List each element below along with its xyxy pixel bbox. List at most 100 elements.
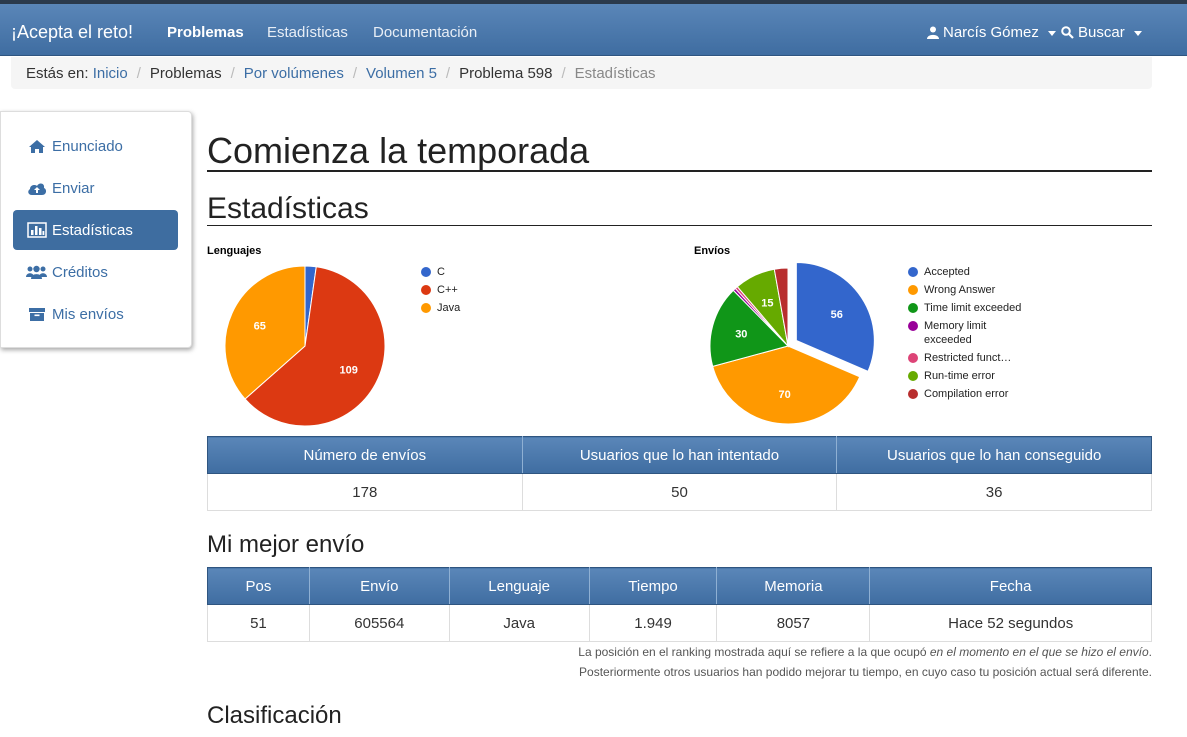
bar-chart-icon <box>26 221 47 239</box>
pie-chart-envios: 56 70 30 15 <box>709 261 875 425</box>
title-divider <box>207 170 1152 172</box>
legend-swatch <box>421 303 431 313</box>
legend-item: C++ <box>421 283 460 297</box>
breadcrumb-problema[interactable]: Problema 598 <box>459 65 552 82</box>
legend-label: Run-time error <box>924 370 995 382</box>
legend-envios: Accepted Wrong Answer Time limit exceede… <box>908 265 1023 405</box>
legend-label: Restricted funct… <box>924 352 1012 364</box>
legend-label: Compilation error <box>924 388 1009 400</box>
legend-item: Wrong Answer <box>908 283 1023 297</box>
sidebar-item-label: Créditos <box>52 263 108 281</box>
pie-slice-label: 65 <box>254 321 266 333</box>
sidebar-item-enviar[interactable]: Enviar <box>13 168 178 208</box>
breadcrumb-inicio[interactable]: Inicio <box>93 65 128 82</box>
header-tiempo: Tiempo <box>588 567 718 605</box>
breadcrumb-separator: / <box>561 64 566 82</box>
legend-label: C <box>437 266 445 278</box>
ranking-heading: Clasificación <box>207 702 342 729</box>
cell-envio[interactable]: 605564 <box>308 604 450 642</box>
chevron-down-icon <box>1047 31 1056 36</box>
header-envio: Envío <box>308 567 450 605</box>
legend-item: Time limit exceeded <box>908 301 1023 315</box>
pie-slice-label: 56 <box>831 309 843 321</box>
stats-heading: Estadísticas <box>207 192 369 225</box>
legend-lenguajes: C C++ Java <box>421 265 460 319</box>
legend-swatch <box>908 267 918 277</box>
legend-swatch <box>908 389 918 399</box>
legend-item: Accepted <box>908 265 1023 279</box>
sidebar-item-mis-envios[interactable]: Mis envíos <box>13 294 178 334</box>
search-icon <box>1061 26 1074 39</box>
cell-tiempo: 1.949 <box>588 604 718 642</box>
legend-item: Run-time error <box>908 369 1023 383</box>
pie-slice-label: 70 <box>778 389 790 401</box>
breadcrumb-volumenes[interactable]: Por volúmenes <box>244 65 344 82</box>
header-memoria: Memoria <box>716 567 871 605</box>
breadcrumb-problemas[interactable]: Problemas <box>150 65 222 82</box>
legend-label: Wrong Answer <box>924 284 996 296</box>
legend-swatch <box>908 321 918 331</box>
legend-label: C++ <box>437 284 458 296</box>
cell-intentado: 50 <box>521 473 838 511</box>
header-pos: Pos <box>207 567 310 605</box>
table-header-row: Pos Envío Lenguaje Tiempo Memoria Fecha <box>207 567 1152 605</box>
legend-swatch <box>421 285 431 295</box>
sidebar-item-estadisticas[interactable]: Estadísticas <box>13 210 178 250</box>
cloud-upload-icon <box>26 179 47 197</box>
legend-swatch <box>908 353 918 363</box>
top-navbar: ¡Acepta el reto! Problemas Estadísticas … <box>0 0 1187 56</box>
best-heading: Mi mejor envío <box>207 531 365 558</box>
legend-swatch <box>908 371 918 381</box>
brand-link[interactable]: ¡Acepta el reto! <box>11 22 133 43</box>
nav-estadisticas[interactable]: Estadísticas <box>267 24 348 41</box>
user-icon <box>927 26 939 39</box>
search-label: Buscar <box>1078 24 1125 41</box>
summary-table: Número de envíos Usuarios que lo han int… <box>207 436 1152 511</box>
legend-item: Java <box>421 301 460 315</box>
cell-num-envios: 178 <box>207 473 523 511</box>
sidebar-item-label: Enunciado <box>52 137 123 155</box>
legend-label: Time limit exceeded <box>924 302 1022 314</box>
table-header-row: Número de envíos Usuarios que lo han int… <box>207 436 1152 474</box>
header-intentado: Usuarios que lo han intentado <box>521 436 838 474</box>
legend-label: Java <box>437 302 461 314</box>
pie-slice-label: 30 <box>735 328 747 340</box>
breadcrumb: Estás en: Inicio / Problemas / Por volúm… <box>11 57 1152 89</box>
breadcrumb-prefix: Estás en: <box>26 64 89 82</box>
breadcrumb-separator: / <box>136 64 141 82</box>
header-lenguaje: Lenguaje <box>448 567 590 605</box>
legend-item: Memory limit exceeded <box>908 319 1023 347</box>
users-icon <box>26 263 47 281</box>
legend-swatch <box>908 303 918 313</box>
legend-item: C <box>421 265 460 279</box>
pie-chart-lenguajes: 109 65 <box>224 265 386 427</box>
sidebar-item-enunciado[interactable]: Enunciado <box>13 126 178 166</box>
pie-slice-label: 109 <box>339 365 357 377</box>
nav-problemas[interactable]: Problemas <box>167 24 244 41</box>
legend-item: Compilation error <box>908 387 1023 401</box>
archive-icon <box>26 305 47 323</box>
stats-divider <box>207 225 1152 226</box>
table-row: 178 50 36 <box>207 473 1152 511</box>
search-menu[interactable]: Buscar <box>1061 24 1142 41</box>
nav-documentacion[interactable]: Documentación <box>373 24 477 41</box>
table-row: 51 605564 Java 1.949 8057 Hace 52 segund… <box>207 604 1152 642</box>
legend-item: Restricted funct… <box>908 351 1023 365</box>
sidebar: Enunciado Enviar Estadísticas Créditos M… <box>0 111 192 348</box>
cell-memoria: 8057 <box>716 604 871 642</box>
sidebar-item-creditos[interactable]: Créditos <box>13 252 178 292</box>
cell-fecha: Hace 52 segundos <box>869 604 1152 642</box>
header-conseguido: Usuarios que lo han conseguido <box>836 436 1152 474</box>
note-emphasis: en el momento en el que se hizo el envío <box>929 645 1149 659</box>
note-text: La posición en el ranking mostrada aquí … <box>578 645 930 659</box>
cell-conseguido: 36 <box>836 473 1152 511</box>
user-menu[interactable]: Narcís Gómez <box>927 24 1056 41</box>
pie-slice-label: 15 <box>761 297 773 309</box>
cell-pos: 51 <box>207 604 310 642</box>
sidebar-item-label: Enviar <box>52 179 95 197</box>
ranking-note-1: La posición en el ranking mostrada aquí … <box>578 645 1152 659</box>
legend-swatch <box>908 285 918 295</box>
breadcrumb-volumen[interactable]: Volumen 5 <box>366 65 437 82</box>
legend-label: Accepted <box>924 266 970 278</box>
header-fecha: Fecha <box>869 567 1152 605</box>
